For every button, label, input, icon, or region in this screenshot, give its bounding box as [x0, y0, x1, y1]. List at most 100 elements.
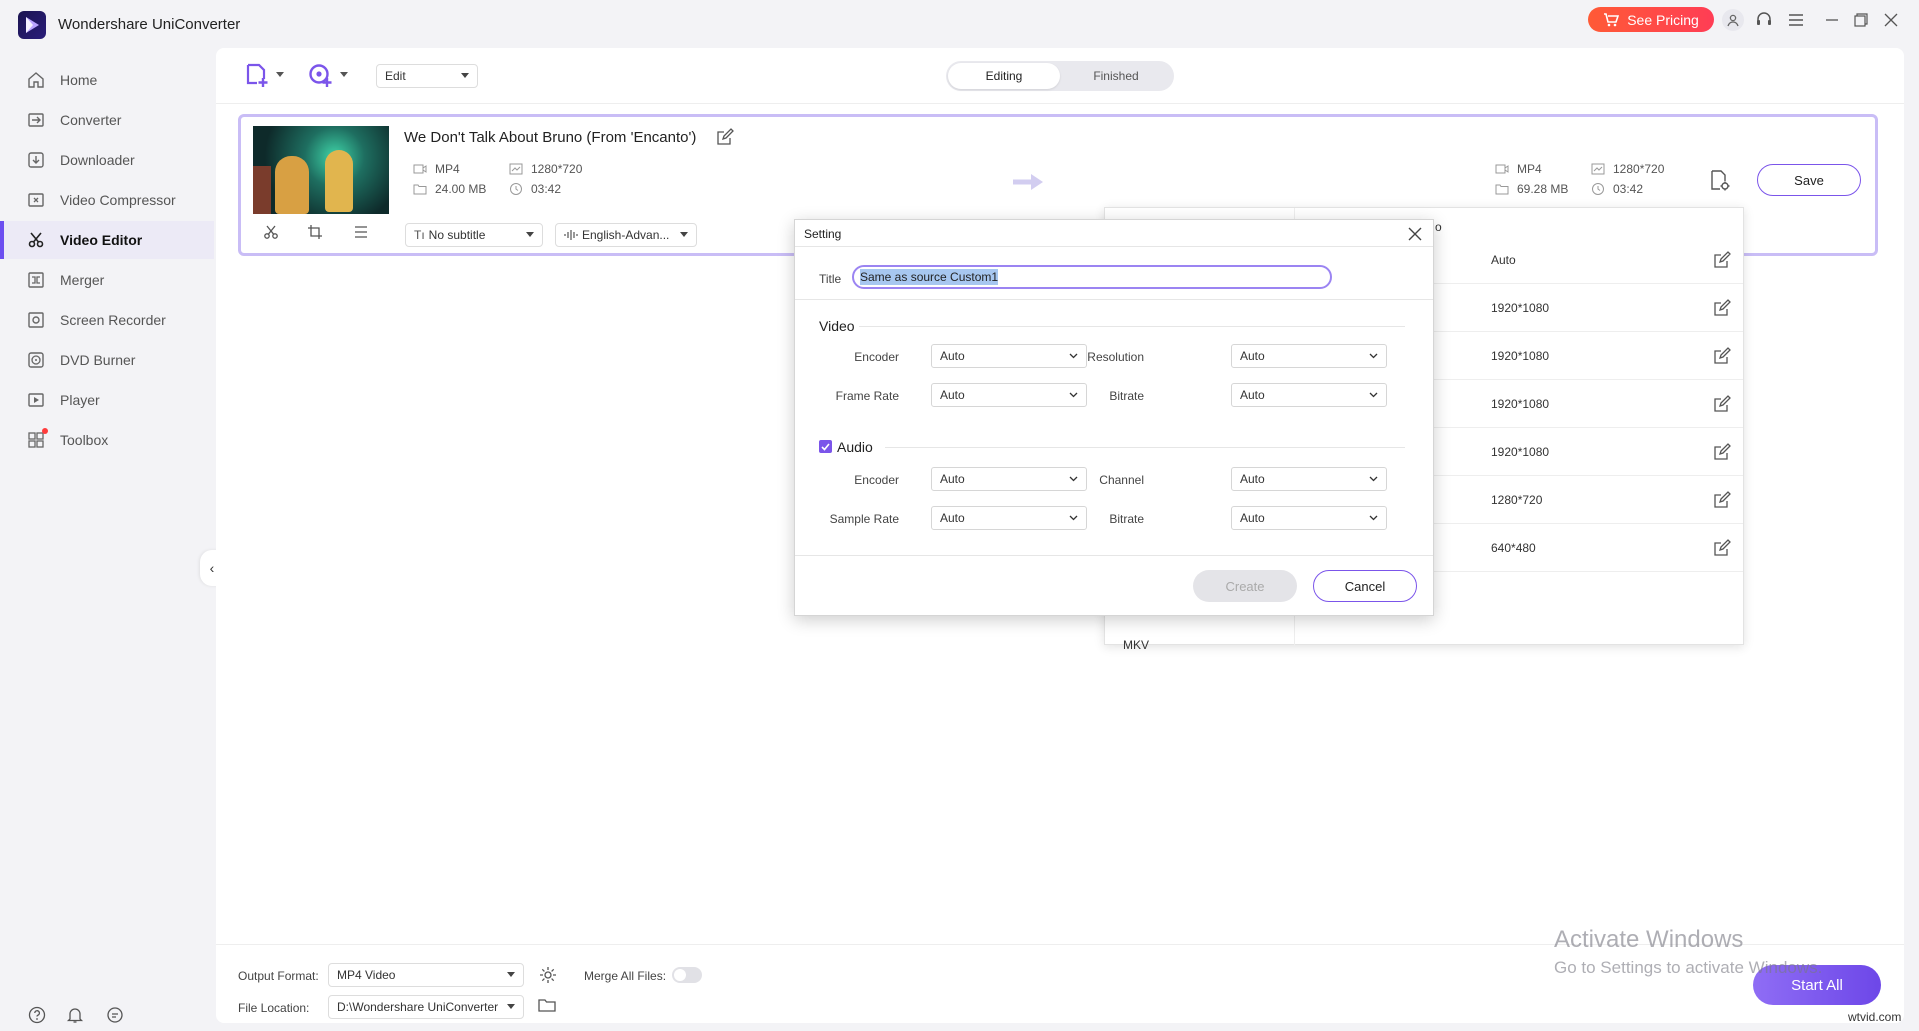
chevron-down-icon [1369, 476, 1378, 482]
sidebar-item-merger[interactable]: Merger [0, 261, 214, 299]
chevron-down-icon [461, 73, 469, 79]
edit-icon[interactable] [1713, 395, 1731, 413]
restore-icon[interactable] [1850, 9, 1872, 31]
resolution-select[interactable]: Auto [1231, 344, 1387, 368]
help-icon[interactable] [26, 1004, 48, 1026]
bell-icon[interactable] [64, 1004, 86, 1026]
chevron-down-icon [680, 232, 688, 238]
clock-icon [509, 182, 523, 196]
merge-toggle[interactable] [672, 967, 702, 983]
file-location-select[interactable]: D:\Wondershare UniConverter [328, 995, 524, 1019]
video-thumbnail[interactable] [253, 126, 389, 214]
crop-icon[interactable] [305, 223, 325, 241]
merge-icon [26, 270, 46, 290]
output-format-value: MP4 Video [337, 968, 395, 982]
chevron-down-icon [276, 72, 284, 78]
account-icon[interactable] [1722, 9, 1744, 31]
audio-bitrate-select[interactable]: Auto [1231, 506, 1387, 530]
edit-icon[interactable] [1713, 443, 1731, 461]
sidebar-item-video-editor[interactable]: Video Editor [0, 221, 214, 259]
tab-editing[interactable]: Editing [948, 63, 1060, 89]
output-format-label: Output Format: [238, 969, 319, 983]
text-icon: Tı [414, 228, 425, 242]
title-input-value: Same as source Custom1 [860, 269, 998, 285]
select-value: Auto [940, 388, 965, 402]
edit-mode-select[interactable]: Edit [376, 64, 478, 88]
sidebar-item-label: Toolbox [60, 432, 108, 448]
sidebar-item-label: Video Compressor [60, 192, 176, 208]
select-value: Auto [1240, 511, 1265, 525]
select-value: Auto [940, 472, 965, 486]
sidebar-item-screen-recorder[interactable]: Screen Recorder [0, 301, 214, 339]
tab-finished[interactable]: Finished [1060, 63, 1172, 89]
chevron-down-icon [1369, 353, 1378, 359]
sidebar-item-downloader[interactable]: Downloader [0, 141, 214, 179]
video-bitrate-select[interactable]: Auto [1231, 383, 1387, 407]
select-value: Auto [940, 349, 965, 363]
minimize-icon[interactable] [1821, 9, 1843, 31]
video-file-icon [413, 162, 427, 176]
toolbar: Edit Editing Finished [216, 48, 1904, 104]
edit-icon[interactable] [1713, 299, 1731, 317]
convert-arrow-icon [1011, 172, 1045, 192]
output-format-select[interactable]: MP4 Video [328, 963, 524, 987]
audio-wave-icon [564, 230, 578, 240]
sidebar-item-video-compressor[interactable]: Video Compressor [0, 181, 214, 219]
chevron-down-icon [1369, 392, 1378, 398]
sidebar-item-toolbox[interactable]: Toolbox [0, 421, 214, 459]
edit-icon[interactable] [1713, 251, 1731, 269]
add-media-button[interactable] [308, 62, 348, 88]
video-section-label: Video [819, 318, 855, 334]
video-encoder-label: Encoder [779, 350, 899, 364]
audio-track-value: English-Advan... [582, 228, 669, 242]
format-category-mkv[interactable]: MKV [1123, 638, 1149, 652]
close-icon[interactable] [1407, 226, 1423, 242]
sidebar-item-player[interactable]: Player [0, 381, 214, 419]
create-button[interactable]: Create [1193, 570, 1297, 602]
target-size: 69.28 MB [1495, 182, 1568, 196]
disc-icon [26, 350, 46, 370]
channel-select[interactable]: Auto [1231, 467, 1387, 491]
sidebar-item-label: Player [60, 392, 100, 408]
edit-title-icon[interactable] [716, 128, 734, 146]
sidebar-item-converter[interactable]: Converter [0, 101, 214, 139]
video-bitrate-label: Bitrate [1024, 389, 1144, 403]
edit-icon[interactable] [1713, 491, 1731, 509]
resolution-icon [509, 162, 523, 176]
edit-icon[interactable] [1713, 539, 1731, 557]
chevron-down-icon [340, 72, 348, 78]
audio-checkbox[interactable] [819, 440, 832, 453]
support-headset-icon[interactable] [1753, 9, 1775, 31]
file-location-label: File Location: [238, 1001, 309, 1015]
chevron-down-icon [1369, 515, 1378, 521]
title-input[interactable]: Same as source Custom1 [852, 265, 1332, 289]
edit-icon[interactable] [1713, 347, 1731, 365]
audio-track-select[interactable]: English-Advan... [555, 223, 697, 247]
feedback-icon[interactable] [104, 1004, 126, 1026]
sidebar-item-home[interactable]: Home [0, 61, 214, 99]
activate-title: Activate Windows [1554, 926, 1822, 954]
effects-menu-icon[interactable] [351, 223, 371, 241]
see-pricing-button[interactable]: See Pricing [1588, 7, 1714, 32]
format-resolution: Auto [1491, 253, 1516, 267]
save-button[interactable]: Save [1757, 164, 1861, 196]
trim-icon[interactable] [261, 223, 281, 241]
add-files-button[interactable] [244, 62, 284, 88]
grid-icon [26, 430, 46, 450]
select-value: Auto [940, 511, 965, 525]
sidebar-item-dvd-burner[interactable]: DVD Burner [0, 341, 214, 379]
audio-bitrate-label: Bitrate [1024, 512, 1144, 526]
subtitle-select[interactable]: Tı No subtitle [405, 223, 543, 247]
format-settings-icon[interactable] [538, 965, 558, 985]
frame-rate-label: Frame Rate [779, 389, 899, 403]
subtitle-value: No subtitle [429, 228, 486, 242]
cancel-button[interactable]: Cancel [1313, 570, 1417, 602]
menu-icon[interactable] [1785, 9, 1807, 31]
open-folder-icon[interactable] [538, 997, 558, 1017]
video-file-icon [1495, 162, 1509, 176]
source-resolution-value: 1280*720 [531, 162, 582, 176]
resolution-label: Resolution [1024, 350, 1144, 364]
output-settings-icon[interactable] [1707, 168, 1731, 192]
sidebar-item-label: Video Editor [60, 232, 142, 248]
close-window-icon[interactable] [1880, 9, 1902, 31]
